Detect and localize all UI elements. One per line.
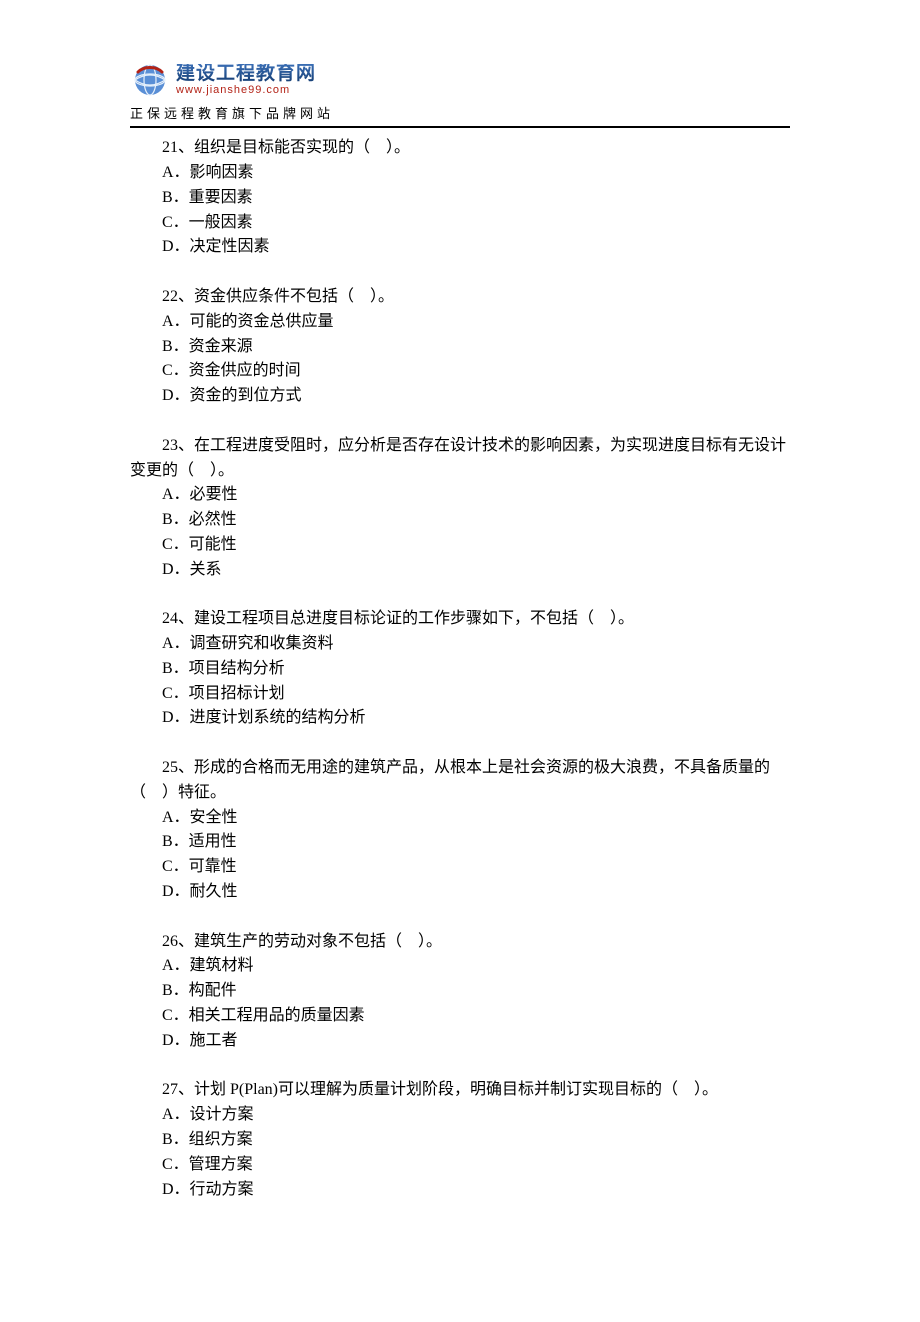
question-option: A．影响因素 [130, 161, 790, 186]
question-stem: 27、计划 P(Plan)可以理解为质量计划阶段，明确目标并制订实现目标的（ ）… [130, 1078, 790, 1103]
question-stem: 23、在工程进度受阻时，应分析是否存在设计技术的影响因素，为实现进度目标有无设计… [130, 434, 790, 484]
question-option: C．项目招标计划 [130, 682, 790, 707]
question-stem: 22、资金供应条件不包括（ ）。 [130, 285, 790, 310]
question-option: A．必要性 [130, 483, 790, 508]
document-page: 建设工程教育网 www.jianshe99.com 正保远程教育旗下品牌网站 2… [0, 0, 920, 1322]
question-option: A．可能的资金总供应量 [130, 310, 790, 335]
question-option: D．资金的到位方式 [130, 384, 790, 409]
question-spacer [130, 905, 790, 930]
question-spacer [130, 731, 790, 756]
question-spacer [130, 582, 790, 607]
question-option: B．必然性 [130, 508, 790, 533]
question-option: B．项目结构分析 [130, 657, 790, 682]
question-spacer [130, 260, 790, 285]
question-option: A．建筑材料 [130, 954, 790, 979]
question-option: C．相关工程用品的质量因素 [130, 1004, 790, 1029]
question-option: D．关系 [130, 558, 790, 583]
brand-url: www.jianshe99.com [176, 84, 316, 96]
question-spacer [130, 1054, 790, 1079]
header-divider [130, 126, 790, 128]
question-option: C．可能性 [130, 533, 790, 558]
logo-text-block: 建设工程教育网 www.jianshe99.com [176, 64, 316, 97]
question-option: A．安全性 [130, 806, 790, 831]
questions-content: 21、组织是目标能否实现的（ ）。A．影响因素B．重要因素C．一般因素D．决定性… [130, 136, 790, 1202]
question-option: B．适用性 [130, 830, 790, 855]
question-option: C．资金供应的时间 [130, 359, 790, 384]
question-option: C．一般因素 [130, 211, 790, 236]
question-option: C．可靠性 [130, 855, 790, 880]
question-option: B．资金来源 [130, 335, 790, 360]
question-option: D．耐久性 [130, 880, 790, 905]
question-option: D．行动方案 [130, 1178, 790, 1203]
question-option: C．管理方案 [130, 1153, 790, 1178]
site-header: 建设工程教育网 www.jianshe99.com [130, 60, 790, 100]
brand-tagline: 正保远程教育旗下品牌网站 [130, 104, 790, 124]
question-spacer [130, 409, 790, 434]
question-option: A．调查研究和收集资料 [130, 632, 790, 657]
question-stem: 24、建设工程项目总进度目标论证的工作步骤如下，不包括（ ）。 [130, 607, 790, 632]
question-stem: 21、组织是目标能否实现的（ ）。 [130, 136, 790, 161]
question-stem: 26、建筑生产的劳动对象不包括（ ）。 [130, 930, 790, 955]
question-option: B．构配件 [130, 979, 790, 1004]
question-option: D．施工者 [130, 1029, 790, 1054]
question-option: B．重要因素 [130, 186, 790, 211]
brand-name: 建设工程教育网 [176, 64, 316, 85]
question-stem: 25、形成的合格而无用途的建筑产品，从根本上是社会资源的极大浪费，不具备质量的（… [130, 756, 790, 806]
question-option: B．组织方案 [130, 1128, 790, 1153]
question-option: D．决定性因素 [130, 235, 790, 260]
question-option: A．设计方案 [130, 1103, 790, 1128]
question-option: D．进度计划系统的结构分析 [130, 706, 790, 731]
globe-logo-icon [130, 60, 170, 100]
